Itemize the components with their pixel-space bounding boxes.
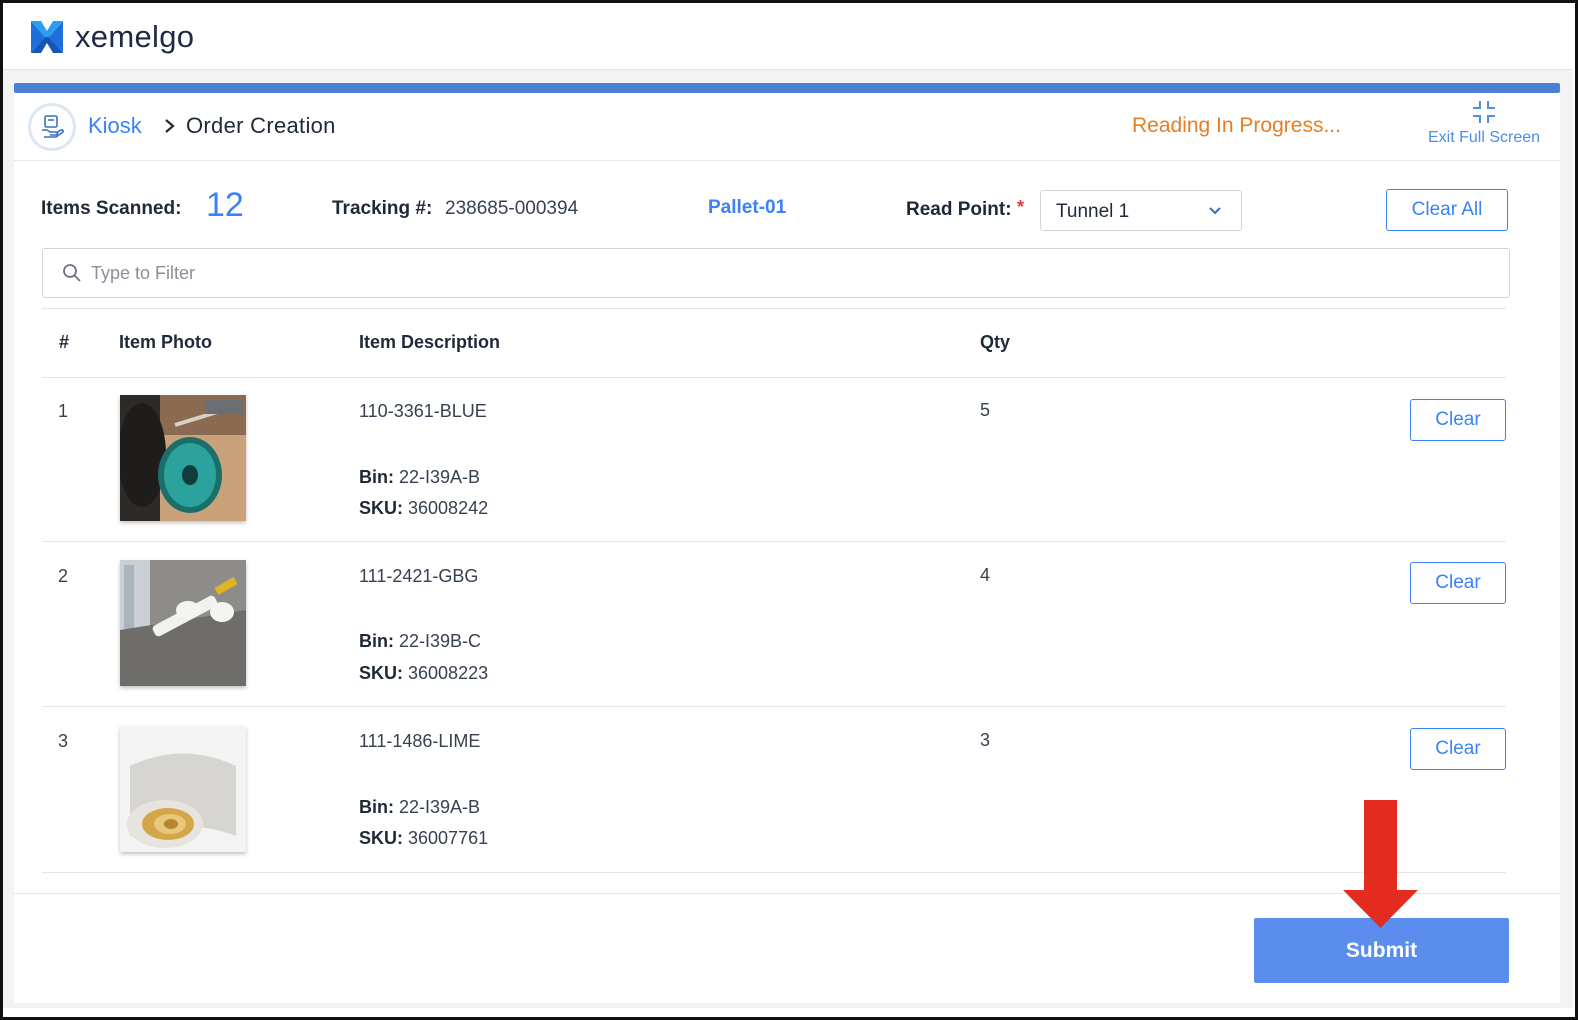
red-arrow-annotation-icon bbox=[1343, 800, 1418, 928]
breadcrumb-row: Kiosk Order Creation Reading In Progress… bbox=[14, 93, 1560, 161]
bin-value: 22-I39B-C bbox=[399, 631, 482, 651]
footer-divider bbox=[14, 893, 1560, 894]
item-description: 110-3361-BLUE bbox=[359, 401, 487, 421]
bin-label: Bin: bbox=[359, 631, 394, 651]
row-divider bbox=[42, 706, 1506, 707]
bin-label: Bin: bbox=[359, 467, 394, 487]
item-qty: 3 bbox=[980, 730, 991, 750]
exit-full-screen-label: Exit Full Screen bbox=[1427, 129, 1541, 146]
chevron-down-icon bbox=[1209, 207, 1221, 215]
tracking-number: 238685-000394 bbox=[445, 198, 579, 219]
main-card bbox=[14, 83, 1560, 1003]
sku-label: SKU: bbox=[359, 828, 403, 848]
collapse-icon bbox=[1473, 101, 1495, 123]
sku-label: SKU: bbox=[359, 498, 403, 518]
bin-label: Bin: bbox=[359, 797, 394, 817]
logo-text: xemelgo bbox=[75, 19, 195, 54]
item-description: 111-2421-GBG bbox=[359, 566, 479, 586]
sandpaper-roll-image bbox=[120, 726, 246, 852]
app-header: xemelgo bbox=[3, 3, 1573, 70]
item-sku: SKU: 36007761 bbox=[359, 828, 488, 849]
row-number: 2 bbox=[58, 566, 69, 586]
table-header-divider bbox=[42, 377, 1506, 378]
progress-bar bbox=[14, 83, 1560, 93]
clear-row-button[interactable]: Clear bbox=[1410, 399, 1506, 441]
column-header-qty: Qty bbox=[980, 332, 1011, 352]
column-header-photo: Item Photo bbox=[119, 332, 212, 352]
filter-box bbox=[42, 248, 1510, 298]
item-bin: Bin: 22-I39A-B bbox=[359, 797, 480, 818]
clear-row-button[interactable]: Clear bbox=[1410, 728, 1506, 770]
caulk-gun-image bbox=[120, 560, 246, 686]
sku-label: SKU: bbox=[359, 663, 403, 683]
bin-value: 22-I39A-B bbox=[399, 467, 481, 487]
item-bin: Bin: 22-I39A-B bbox=[359, 467, 480, 488]
sku-value: 36007761 bbox=[408, 828, 489, 848]
item-photo bbox=[120, 395, 246, 521]
sku-value: 36008223 bbox=[408, 663, 489, 683]
clear-row-button[interactable]: Clear bbox=[1410, 562, 1506, 604]
breadcrumb-kiosk-link[interactable]: Kiosk bbox=[88, 113, 142, 139]
item-sku: SKU: 36008223 bbox=[359, 663, 488, 684]
item-photo bbox=[120, 726, 246, 852]
row-divider bbox=[42, 541, 1506, 542]
read-point-value: Tunnel 1 bbox=[1056, 201, 1130, 222]
item-qty: 5 bbox=[980, 400, 991, 420]
fishing-line-spool-image bbox=[120, 395, 246, 521]
item-description: 111-1486-LIME bbox=[359, 731, 481, 751]
kiosk-icon bbox=[28, 103, 76, 151]
required-indicator: * bbox=[1017, 197, 1025, 217]
column-header-number: # bbox=[59, 332, 70, 352]
exit-full-screen-button[interactable]: Exit Full Screen bbox=[1424, 99, 1544, 147]
items-scanned-label: Items Scanned: bbox=[41, 198, 182, 219]
xemelgo-logo-icon bbox=[31, 21, 63, 53]
pallet-link[interactable]: Pallet-01 bbox=[708, 197, 786, 219]
tracking-label: Tracking #: bbox=[332, 198, 433, 219]
items-scanned-count: 12 bbox=[206, 186, 244, 224]
clear-all-button[interactable]: Clear All bbox=[1386, 189, 1508, 231]
reading-status: Reading In Progress... bbox=[1132, 114, 1341, 137]
item-photo bbox=[120, 560, 246, 686]
read-point-label: Read Point: bbox=[906, 199, 1012, 220]
item-bin: Bin: 22-I39B-C bbox=[359, 631, 481, 652]
item-qty: 4 bbox=[980, 565, 991, 585]
logo[interactable]: xemelgo bbox=[29, 19, 194, 55]
bin-value: 22-I39A-B bbox=[399, 797, 481, 817]
row-number: 1 bbox=[58, 401, 69, 421]
row-divider bbox=[42, 872, 1506, 873]
filter-input[interactable] bbox=[91, 257, 1491, 289]
column-header-description: Item Description bbox=[359, 332, 501, 352]
sku-value: 36008242 bbox=[408, 498, 489, 518]
read-point-select[interactable]: Tunnel 1 bbox=[1040, 190, 1242, 231]
page-title: Order Creation bbox=[186, 113, 336, 138]
row-number: 3 bbox=[58, 731, 69, 751]
search-icon bbox=[63, 264, 81, 282]
item-sku: SKU: 36008242 bbox=[359, 498, 488, 519]
table-top-divider bbox=[42, 308, 1506, 309]
chevron-right-icon bbox=[165, 119, 175, 133]
